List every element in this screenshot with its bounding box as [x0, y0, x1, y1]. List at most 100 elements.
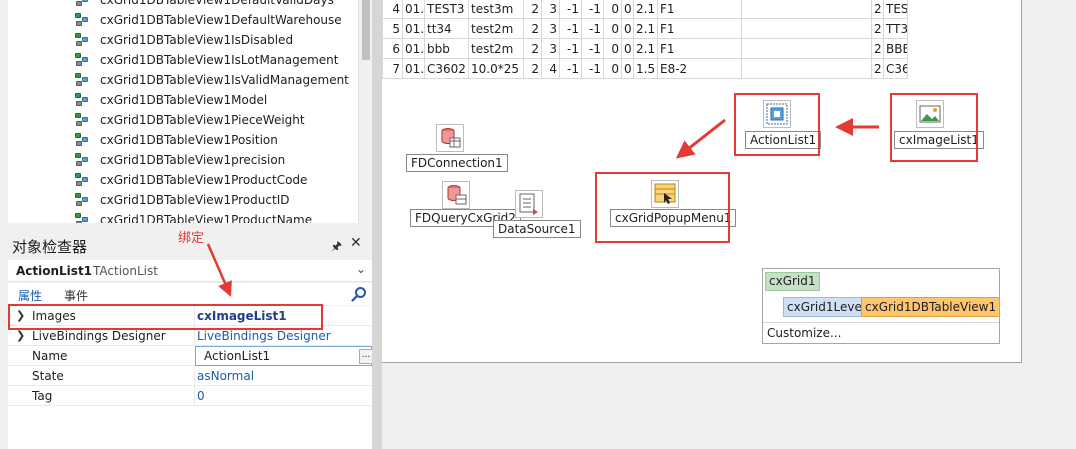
table-cell[interactable]: 0: [621, 18, 634, 39]
tree-item[interactable]: cxGrid1DBTableView1DefaultValidDays: [8, 0, 358, 10]
table-cell[interactable]: F1: [657, 18, 742, 39]
cxgrid-root-node[interactable]: cxGrid1: [765, 272, 820, 291]
table-cell[interactable]: 01.0: [402, 18, 425, 39]
tree-scrollbar[interactable]: [358, 0, 372, 223]
pane-divider[interactable]: [372, 0, 382, 449]
component-datasource[interactable]: DataSource1: [493, 190, 581, 240]
table-cell[interactable]: 01.0: [402, 58, 425, 79]
tree-item[interactable]: cxGrid1DBTableView1IsLotManagement: [8, 50, 358, 70]
table-cell[interactable]: 4: [541, 58, 560, 79]
table-cell[interactable]: -1: [581, 38, 604, 59]
tab-events[interactable]: 事件: [64, 287, 88, 304]
tree-item[interactable]: cxGrid1DBTableView1Model: [8, 90, 358, 110]
table-cell[interactable]: -1: [581, 18, 604, 39]
table-cell[interactable]: BBB: [883, 38, 908, 59]
object-selector[interactable]: ActionList1 TActionList ⌄: [8, 260, 372, 282]
table-cell[interactable]: test2m: [468, 18, 524, 39]
tree-item[interactable]: cxGrid1DBTableView1ProductName: [8, 210, 358, 223]
table-cell[interactable]: [741, 0, 872, 19]
table-cell[interactable]: 4: [382, 0, 403, 19]
table-cell[interactable]: -1: [581, 0, 604, 19]
prop-value[interactable]: LiveBindings Designer: [197, 329, 331, 343]
table-cell[interactable]: test3m: [468, 0, 524, 19]
tree-item[interactable]: cxGrid1DBTableView1ProductID: [8, 190, 358, 210]
table-cell[interactable]: 0: [621, 58, 634, 79]
table-cell[interactable]: 2.1: [633, 38, 658, 59]
table-cell[interactable]: [741, 18, 872, 39]
tree-item[interactable]: cxGrid1DBTableView1IsValidManagement: [8, 70, 358, 90]
table-cell[interactable]: 2: [871, 38, 884, 59]
table-cell[interactable]: 1.5: [633, 58, 658, 79]
table-cell[interactable]: 0: [603, 58, 622, 79]
table-cell[interactable]: test2m: [468, 38, 524, 59]
close-icon[interactable]: ✕: [350, 235, 362, 251]
table-cell[interactable]: bbb: [424, 38, 469, 59]
prop-value[interactable]: ActionList1: [204, 349, 270, 363]
table-cell[interactable]: 5: [382, 18, 403, 39]
table-cell[interactable]: 01.0: [402, 0, 425, 19]
table-cell[interactable]: 0: [603, 38, 622, 59]
form-designer[interactable]: 401.0TEST3test3m23-1-1002.1F12TES501.0tt…: [382, 0, 1022, 363]
table-cell[interactable]: 6: [382, 38, 403, 59]
table-cell[interactable]: 0: [603, 18, 622, 39]
table-cell[interactable]: 2: [523, 58, 542, 79]
table-cell[interactable]: 2: [523, 18, 542, 39]
table-cell[interactable]: 0: [621, 38, 634, 59]
tree-item[interactable]: cxGrid1DBTableView1Position: [8, 130, 358, 150]
table-cell[interactable]: F1: [657, 0, 742, 19]
table-cell[interactable]: TES: [883, 0, 908, 19]
prop-row-tag[interactable]: Tag 0: [8, 386, 372, 406]
cxgrid-structure-panel[interactable]: cxGrid1 cxGrid1Level1 cxGrid1DBTableView…: [762, 268, 1001, 344]
table-cell[interactable]: 2.1: [633, 0, 658, 19]
prop-value[interactable]: asNormal: [197, 369, 254, 383]
table-cell[interactable]: 3: [541, 18, 560, 39]
tree-item[interactable]: cxGrid1DBTableView1precision: [8, 150, 358, 170]
table-row[interactable]: 401.0TEST3test3m23-1-1002.1F12TES: [382, 0, 908, 19]
table-cell[interactable]: 3: [541, 38, 560, 59]
structure-tree[interactable]: cxGrid1DBTableView1DefaultValidDays cxGri…: [8, 0, 372, 223]
table-cell[interactable]: 3: [541, 0, 560, 19]
tree-item[interactable]: cxGrid1DBTableView1DefaultWarehouse: [8, 10, 358, 30]
prop-row-name[interactable]: Name ActionList1 ...: [8, 346, 373, 366]
tree-scrollbar-thumb[interactable]: [362, 0, 370, 60]
table-row[interactable]: 501.0tt34test2m23-1-1002.1F12TT3: [382, 18, 908, 39]
table-cell[interactable]: 2: [523, 0, 542, 19]
table-cell[interactable]: 7: [382, 58, 403, 79]
table-cell[interactable]: [741, 38, 872, 59]
expand-icon[interactable]: ❯: [16, 329, 25, 342]
table-cell[interactable]: 0: [603, 0, 622, 19]
table-cell[interactable]: -1: [581, 58, 604, 79]
table-row[interactable]: 601.0bbbtest2m23-1-1002.1F12BBB: [382, 38, 908, 59]
table-cell[interactable]: -1: [559, 58, 582, 79]
table-cell[interactable]: 10.0*25: [468, 58, 524, 79]
table-cell[interactable]: tt34: [424, 18, 469, 39]
cxgrid-view-node[interactable]: cxGrid1DBTableView1: [861, 297, 1001, 317]
search-icon[interactable]: [351, 286, 367, 302]
pin-icon[interactable]: 🖈: [331, 237, 342, 258]
table-cell[interactable]: 2: [871, 18, 884, 39]
table-row[interactable]: 701.0C360210.0*2524-1-1001.5E8-22C36: [382, 58, 908, 79]
component-fdconnection[interactable]: FDConnection1: [406, 124, 508, 174]
ellipsis-button[interactable]: ...: [359, 349, 373, 364]
table-cell[interactable]: 2: [871, 58, 884, 79]
table-cell[interactable]: [741, 58, 872, 79]
table-cell[interactable]: C3602: [424, 58, 469, 79]
data-grid[interactable]: 401.0TEST3test3m23-1-1002.1F12TES501.0tt…: [382, 0, 908, 79]
table-cell[interactable]: 01.0: [402, 38, 425, 59]
table-cell[interactable]: -1: [559, 0, 582, 19]
table-cell[interactable]: -1: [559, 18, 582, 39]
table-cell[interactable]: 2: [523, 38, 542, 59]
name-editor[interactable]: ActionList1 ...: [195, 346, 373, 366]
prop-value[interactable]: 0: [197, 389, 205, 403]
table-cell[interactable]: C36: [883, 58, 908, 79]
table-cell[interactable]: -1: [559, 38, 582, 59]
table-cell[interactable]: E8-2: [657, 58, 742, 79]
table-cell[interactable]: TT3: [883, 18, 908, 39]
table-cell[interactable]: 0: [621, 0, 634, 19]
table-cell[interactable]: 2: [871, 0, 884, 19]
tree-item[interactable]: cxGrid1DBTableView1ProductCode: [8, 170, 358, 190]
table-cell[interactable]: 2.1: [633, 18, 658, 39]
table-cell[interactable]: TEST3: [424, 0, 469, 19]
tree-item[interactable]: cxGrid1DBTableView1IsDisabled: [8, 30, 358, 50]
prop-row-state[interactable]: State asNormal: [8, 366, 372, 386]
